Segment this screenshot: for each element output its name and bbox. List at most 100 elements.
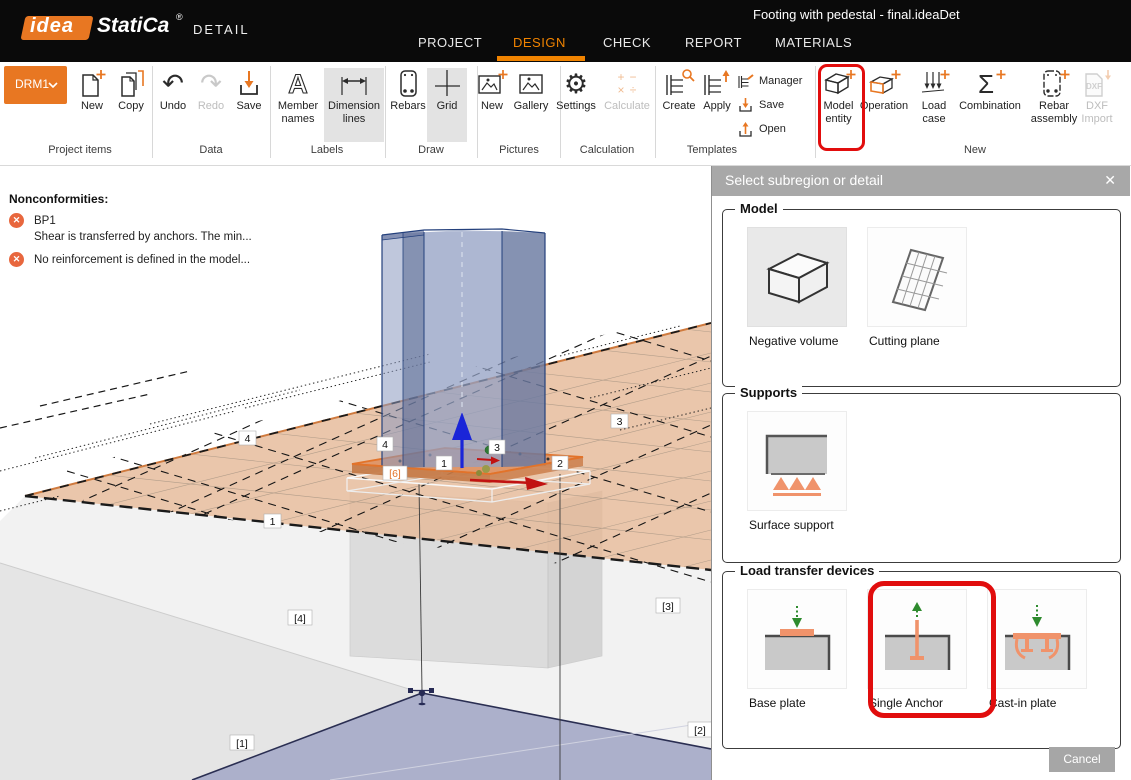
button-label: Operation bbox=[857, 100, 911, 113]
cast-in-plate-icon bbox=[997, 600, 1077, 680]
rebar-assembly-button[interactable]: Rebar assembly bbox=[1026, 68, 1082, 126]
chevron-down-icon bbox=[48, 82, 58, 88]
nonconformity-desc: No reinforcement is defined in the model… bbox=[34, 252, 250, 268]
close-icon[interactable]: ✕ bbox=[1104, 172, 1116, 189]
svg-text:[2]: [2] bbox=[694, 725, 706, 737]
base-plate-icon bbox=[757, 600, 837, 680]
svg-text:A: A bbox=[288, 69, 308, 98]
button-label: Model bbox=[818, 100, 859, 113]
grid-toggle[interactable]: Grid bbox=[427, 68, 467, 142]
button-label: Rebar bbox=[1026, 100, 1082, 113]
member-names-toggle[interactable]: A Member names bbox=[270, 68, 326, 126]
error-icon: ✕ bbox=[9, 252, 24, 267]
gallery-icon bbox=[516, 68, 546, 98]
svg-text:×: × bbox=[617, 83, 624, 97]
tab-design[interactable]: DESIGN bbox=[513, 35, 566, 50]
load-case-icon bbox=[917, 68, 951, 98]
nonconformity-item[interactable]: ✕ BP1 Shear is transferred by anchors. T… bbox=[9, 213, 359, 245]
tile-surface-support[interactable] bbox=[747, 411, 847, 511]
template-apply-button[interactable]: Apply bbox=[697, 68, 737, 113]
error-icon: ✕ bbox=[9, 213, 24, 228]
nonconformity-text: BP1 Shear is transferred by anchors. The… bbox=[34, 213, 252, 245]
rebar-assembly-icon bbox=[1037, 68, 1071, 98]
button-label: Import bbox=[1077, 113, 1117, 126]
ribbon-separator bbox=[815, 66, 816, 158]
dialog-header[interactable]: Select subregion or detail ✕ bbox=[712, 166, 1130, 196]
tab-report[interactable]: REPORT bbox=[685, 35, 742, 50]
nonconformity-item[interactable]: ✕ No reinforcement is defined in the mod… bbox=[9, 252, 359, 268]
titlebar: idea StatiCa ® DETAIL Footing with pedes… bbox=[0, 0, 1131, 62]
copy-icon bbox=[116, 68, 146, 98]
cancel-button[interactable]: Cancel bbox=[1049, 747, 1115, 772]
calculate-icon: + − × ÷ bbox=[612, 68, 642, 98]
settings-button[interactable]: ⚙ Settings bbox=[552, 68, 600, 113]
template-open-icon bbox=[737, 121, 755, 138]
button-label: New bbox=[472, 100, 512, 113]
svg-text:[6]: [6] bbox=[389, 468, 401, 480]
ribbon-separator bbox=[655, 66, 656, 158]
viewport-3d-area[interactable]: 4 3 1 4 1 3 2 [6] [4] bbox=[0, 166, 711, 780]
button-label: New bbox=[72, 100, 112, 113]
cutting-plane-icon bbox=[877, 238, 957, 318]
redo-button: ↷ Redo bbox=[191, 68, 231, 113]
button-label: Grid bbox=[427, 100, 467, 113]
button-label: assembly bbox=[1026, 113, 1082, 126]
tile-label-cast-in-plate: Cast-in plate bbox=[989, 696, 1056, 710]
model-entity-button[interactable]: Model entity bbox=[818, 68, 859, 126]
calculate-button: + − × ÷ Calculate bbox=[601, 68, 653, 113]
single-anchor-icon bbox=[877, 600, 957, 680]
tile-label-surface-support: Surface support bbox=[749, 518, 834, 532]
button-label: Copy bbox=[111, 100, 151, 113]
select-subregion-dialog: Select subregion or detail ✕ Model bbox=[711, 166, 1130, 780]
tile-cutting-plane[interactable] bbox=[867, 227, 967, 327]
group-label-templates: Templates bbox=[672, 144, 752, 156]
tile-single-anchor[interactable] bbox=[867, 589, 967, 689]
load-case-button[interactable]: Load case bbox=[914, 68, 954, 126]
group-label-pictures: Pictures bbox=[479, 144, 559, 156]
new-project-item-button[interactable]: New bbox=[72, 68, 112, 113]
rebars-toggle[interactable]: Rebars bbox=[386, 68, 430, 113]
dimension-lines-toggle[interactable]: Dimension lines bbox=[324, 68, 384, 142]
tile-cast-in-plate[interactable] bbox=[987, 589, 1087, 689]
tile-negative-volume[interactable] bbox=[747, 227, 847, 327]
operation-button[interactable]: Operation bbox=[857, 68, 911, 113]
save-button[interactable]: Save bbox=[229, 68, 269, 113]
button-label: Dimension bbox=[324, 100, 384, 113]
tile-base-plate[interactable] bbox=[747, 589, 847, 689]
tile-label-single-anchor: Single Anchor bbox=[869, 696, 943, 710]
button-label: case bbox=[914, 113, 954, 126]
button-label: lines bbox=[324, 113, 384, 126]
tile-label-base-plate: Base plate bbox=[749, 696, 806, 710]
sigma-icon: Σ bbox=[973, 68, 1007, 98]
copy-project-item-button[interactable]: Copy bbox=[111, 68, 151, 113]
button-label: Settings bbox=[552, 100, 600, 113]
button-label: Calculate bbox=[601, 100, 653, 113]
gallery-button[interactable]: Gallery bbox=[509, 68, 553, 113]
combination-button[interactable]: Σ Combination bbox=[958, 68, 1022, 113]
ribbon-toolbar: DRM1 New Copy ↶ Undo bbox=[0, 62, 1131, 166]
nonconformity-code: BP1 bbox=[34, 213, 252, 229]
svg-text:+: + bbox=[617, 70, 624, 84]
undo-icon: ↶ bbox=[158, 68, 188, 98]
button-label: Apply bbox=[697, 100, 737, 113]
tab-project[interactable]: PROJECT bbox=[418, 35, 482, 50]
svg-text:1: 1 bbox=[270, 516, 276, 528]
drm1-label: DRM1 bbox=[15, 77, 49, 91]
button-label: Create bbox=[657, 100, 701, 113]
group-label-draw: Draw bbox=[391, 144, 471, 156]
template-save-icon bbox=[737, 97, 755, 114]
button-label: Rebars bbox=[386, 100, 430, 113]
new-picture-button[interactable]: New bbox=[472, 68, 512, 113]
button-label: Open bbox=[759, 123, 786, 135]
svg-text:[1]: [1] bbox=[236, 738, 248, 750]
drm1-dropdown[interactable]: DRM1 bbox=[4, 66, 67, 104]
svg-text:4: 4 bbox=[245, 433, 251, 445]
button-label: DXF bbox=[1077, 100, 1117, 113]
group-model: Model Negati bbox=[722, 209, 1121, 387]
undo-button[interactable]: ↶ Undo bbox=[153, 68, 193, 113]
tab-check[interactable]: CHECK bbox=[603, 35, 651, 50]
button-label: Save bbox=[759, 99, 784, 111]
template-create-button[interactable]: Create bbox=[657, 68, 701, 113]
svg-text:Σ: Σ bbox=[978, 69, 994, 98]
tab-materials[interactable]: MATERIALS bbox=[775, 35, 852, 50]
